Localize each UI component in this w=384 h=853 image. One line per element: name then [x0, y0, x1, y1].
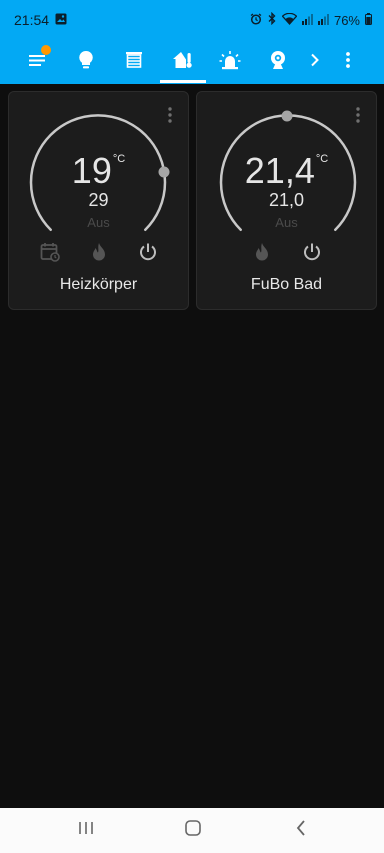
status-bar: 21:54 76%	[0, 0, 384, 40]
hvac-mode-label: Aus	[87, 215, 110, 230]
power-button[interactable]	[136, 242, 160, 266]
image-icon	[55, 13, 67, 28]
schedule-mode-button[interactable]	[38, 242, 62, 266]
power-button[interactable]	[300, 242, 324, 266]
alarm-light-icon	[219, 50, 241, 70]
back-button[interactable]	[286, 818, 316, 842]
status-time: 21:54	[14, 12, 50, 28]
active-tab-indicator	[160, 80, 206, 83]
wifi-icon	[281, 12, 298, 28]
power-icon	[302, 242, 322, 267]
fire-icon	[91, 242, 107, 267]
tab-alarm[interactable]	[210, 40, 250, 80]
heat-mode-button[interactable]	[87, 242, 111, 266]
back-icon	[294, 819, 308, 842]
bluetooth-icon	[267, 11, 277, 28]
power-icon	[138, 242, 158, 267]
home-icon	[184, 819, 202, 842]
tab-camera[interactable]	[258, 40, 298, 80]
signal-icon	[301, 13, 313, 28]
hvac-mode-label: Aus	[275, 215, 298, 230]
system-navigation-bar	[0, 808, 384, 853]
overflow-menu-button[interactable]	[328, 40, 368, 80]
fire-icon	[254, 242, 270, 267]
notification-badge	[41, 45, 51, 55]
calendar-clock-icon	[40, 242, 60, 267]
target-temperature: 29	[88, 190, 109, 210]
blinds-icon	[125, 51, 143, 69]
webcam-icon	[269, 50, 287, 70]
tab-heating[interactable]	[163, 40, 203, 80]
chevron-right-icon	[309, 53, 321, 67]
tab-blinds[interactable]	[114, 40, 154, 80]
battery-icon	[365, 12, 372, 28]
dots-vertical-icon	[345, 51, 351, 69]
current-temperature: 19°C	[71, 150, 126, 191]
thermostat-card-fubo-bad[interactable]: 21,4°C 21,0 Aus FuBo Bad	[196, 91, 377, 310]
setpoint-handle[interactable]	[281, 110, 293, 122]
target-temperature: 21,0	[268, 190, 305, 210]
app-header: 21:54 76%	[0, 0, 384, 84]
home-thermometer-icon	[172, 50, 194, 70]
menu-button[interactable]	[18, 40, 58, 80]
thermostat-card-heizkoerper[interactable]: 19°C 29 Aus Heizkörper	[8, 91, 189, 310]
home-button[interactable]	[178, 818, 208, 842]
heat-mode-button[interactable]	[250, 242, 274, 266]
tab-lights[interactable]	[66, 40, 106, 80]
battery-percent: 76%	[333, 12, 360, 28]
toolbar	[0, 40, 384, 84]
card-title: FuBo Bad	[250, 276, 323, 293]
current-temperature: 21,4°C	[244, 150, 329, 191]
alarm-icon	[250, 12, 262, 28]
card-title: Heizkörper	[59, 276, 138, 293]
signal-icon	[317, 13, 329, 28]
lightbulb-icon	[77, 50, 95, 70]
recent-apps-icon	[78, 820, 94, 841]
recent-apps-button[interactable]	[71, 818, 101, 842]
